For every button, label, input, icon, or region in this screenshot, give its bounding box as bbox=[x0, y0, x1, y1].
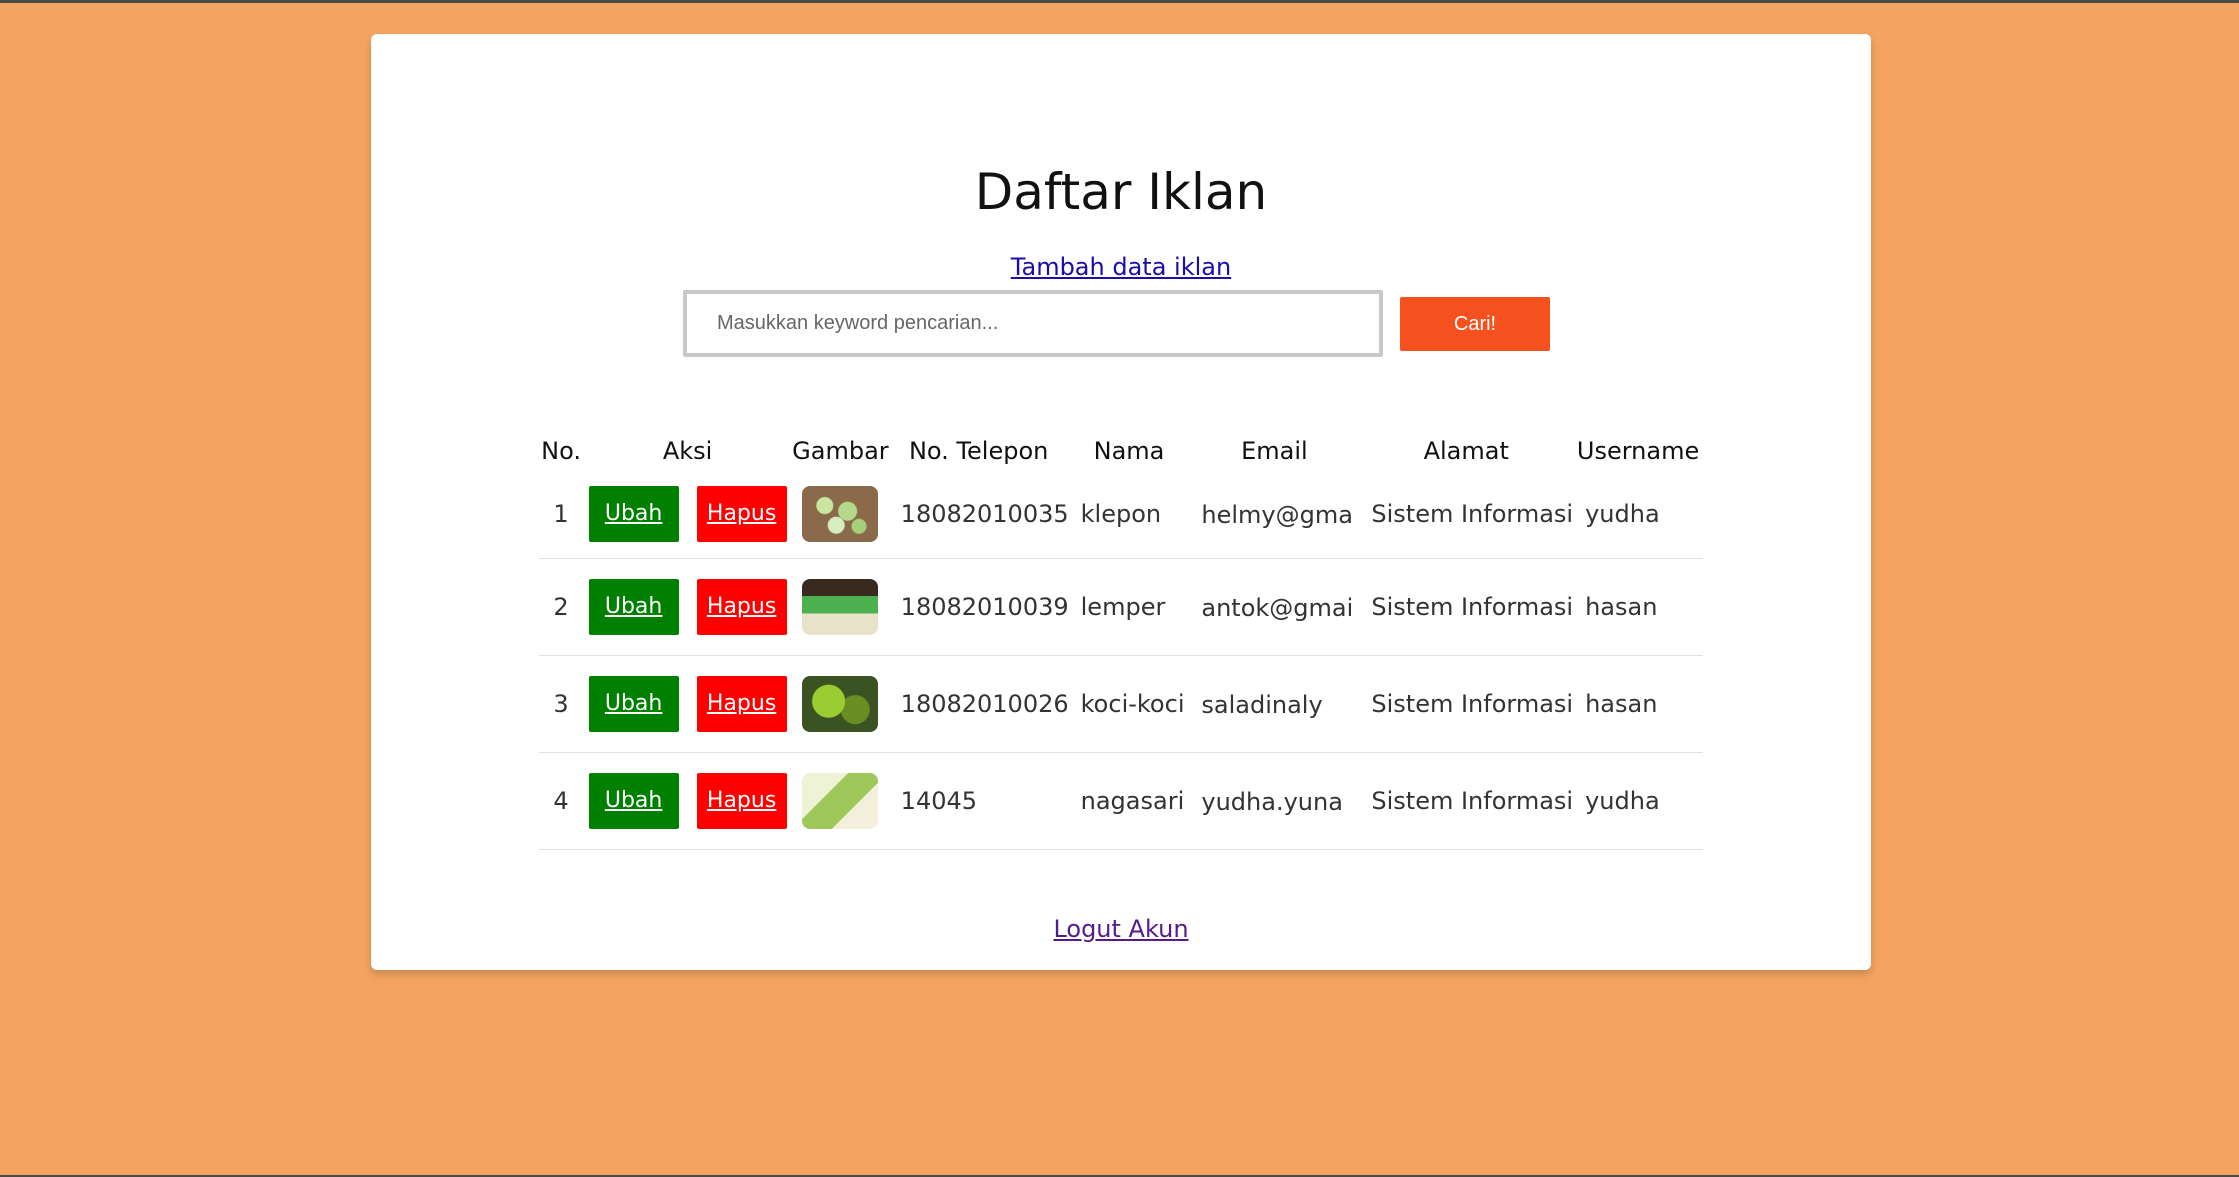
row-username: yudha bbox=[1573, 470, 1703, 559]
row-image-cell bbox=[792, 655, 889, 753]
row-actions: Ubah Hapus bbox=[583, 752, 793, 850]
row-phone: 14045 bbox=[888, 752, 1069, 850]
edit-button[interactable]: Ubah bbox=[588, 579, 679, 635]
edit-button[interactable]: Ubah bbox=[588, 486, 679, 542]
row-phone: 18082010039 bbox=[888, 558, 1069, 656]
koci-koci-image bbox=[802, 676, 879, 732]
edit-button[interactable]: Ubah bbox=[588, 676, 679, 732]
row-email-cell: antok@gmai bbox=[1189, 558, 1360, 656]
row-email: saladinaly bbox=[1201, 690, 1323, 719]
row-email-cell: helmy@gmai bbox=[1189, 470, 1360, 559]
window-top-border bbox=[0, 0, 2239, 3]
header-aksi: Aksi bbox=[662, 437, 713, 465]
row-number: 4 bbox=[539, 752, 584, 850]
table-row: 2 Ubah Hapus 18082010039 lemper antok@gma… bbox=[539, 558, 1703, 656]
row-name: lemper bbox=[1068, 558, 1190, 656]
search-button[interactable]: Cari! bbox=[1400, 297, 1550, 351]
row-username: hasan bbox=[1573, 558, 1703, 656]
klepon-image bbox=[802, 486, 879, 542]
ads-table: No. Aksi Gambar No. Telepon Nama Email A… bbox=[539, 432, 1703, 850]
header-gambar: Gambar bbox=[792, 437, 889, 465]
row-email-cell: yudha.yuna bbox=[1189, 752, 1360, 850]
row-address: Sistem Informasi bbox=[1359, 752, 1574, 850]
row-email: antok@gmai bbox=[1201, 593, 1352, 622]
logout-link-container: Logut Akun bbox=[371, 910, 1871, 948]
row-address: Sistem Informasi bbox=[1359, 470, 1574, 559]
row-image-cell bbox=[792, 558, 889, 656]
delete-button[interactable]: Hapus bbox=[696, 676, 787, 732]
delete-button[interactable]: Hapus bbox=[696, 486, 787, 542]
header-telepon: No. Telepon bbox=[908, 437, 1049, 465]
row-number: 3 bbox=[539, 655, 584, 753]
table-row: 3 Ubah Hapus 18082010026 koci-koci saladi… bbox=[539, 655, 1703, 753]
row-name: klepon bbox=[1068, 470, 1190, 559]
nagasari-image bbox=[802, 773, 879, 829]
header-email: Email bbox=[1241, 437, 1308, 465]
logout-link[interactable]: Logut Akun bbox=[1053, 915, 1188, 943]
row-actions: Ubah Hapus bbox=[583, 655, 793, 753]
header-username: Username bbox=[1576, 437, 1700, 465]
add-ad-link-container: Tambah data iklan bbox=[371, 248, 1871, 286]
row-image-cell bbox=[792, 752, 889, 850]
row-image-cell bbox=[792, 470, 889, 559]
header-alamat: Alamat bbox=[1423, 437, 1509, 465]
row-phone: 18082010026 bbox=[888, 655, 1069, 753]
row-email: helmy@gmai bbox=[1201, 500, 1352, 529]
table-header-row: No. Aksi Gambar No. Telepon Nama Email A… bbox=[539, 432, 1703, 470]
table-row: 1 Ubah Hapus 18082010035 klepon helmy@gma… bbox=[539, 470, 1703, 559]
row-username: hasan bbox=[1573, 655, 1703, 753]
header-no: No. bbox=[541, 437, 581, 465]
row-name: koci-koci bbox=[1068, 655, 1190, 753]
table-row: 4 Ubah Hapus 14045 nagasari yudha.yuna Si… bbox=[539, 752, 1703, 850]
row-phone: 18082010035 bbox=[888, 470, 1069, 559]
row-actions: Ubah Hapus bbox=[583, 558, 793, 656]
row-email-cell: saladinaly bbox=[1189, 655, 1360, 753]
row-actions: Ubah Hapus bbox=[583, 470, 793, 559]
delete-button[interactable]: Hapus bbox=[696, 579, 787, 635]
row-name: nagasari bbox=[1068, 752, 1190, 850]
row-number: 2 bbox=[539, 558, 584, 656]
row-number: 1 bbox=[539, 470, 584, 559]
add-ad-link[interactable]: Tambah data iklan bbox=[1011, 253, 1231, 281]
header-nama: Nama bbox=[1093, 437, 1165, 465]
row-username: yudha bbox=[1573, 752, 1703, 850]
content-card: Daftar Iklan Tambah data iklan Cari! No.… bbox=[371, 34, 1871, 970]
delete-button[interactable]: Hapus bbox=[696, 773, 787, 829]
lemper-image bbox=[802, 579, 879, 635]
row-address: Sistem Informasi bbox=[1359, 558, 1574, 656]
search-input[interactable] bbox=[683, 290, 1383, 357]
page-title: Daftar Iklan bbox=[974, 163, 1268, 221]
edit-button[interactable]: Ubah bbox=[588, 773, 679, 829]
row-email: yudha.yuna bbox=[1201, 787, 1343, 816]
row-address: Sistem Informasi bbox=[1359, 655, 1574, 753]
